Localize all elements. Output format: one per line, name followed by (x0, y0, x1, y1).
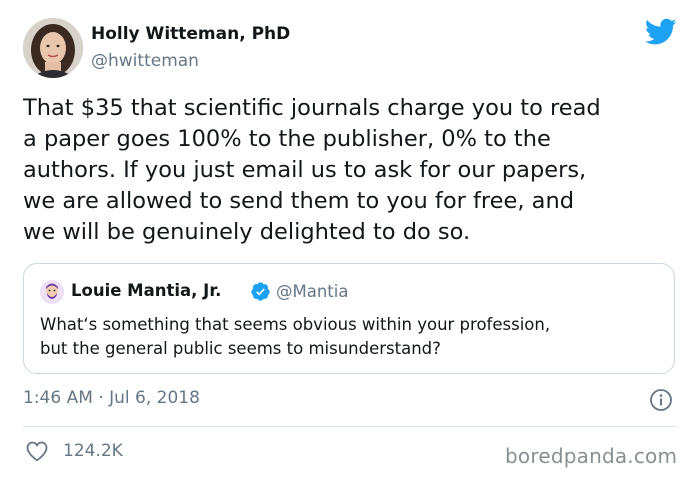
boredpanda-watermark: boredpanda.com (505, 444, 678, 468)
author-name[interactable]: Holly Witteman, PhD (91, 24, 290, 44)
tweet-timestamp[interactable]: 1:46 AM · Jul 6, 2018 (23, 388, 200, 408)
author-avatar[interactable] (23, 18, 83, 78)
info-icon[interactable] (649, 388, 673, 412)
tweet-text: That $35 that scientific journals charge… (23, 95, 601, 245)
quoted-tweet-card[interactable]: Louie Mantia, Jr. @Mantia What‘s somethi… (23, 263, 675, 374)
twitter-bird-icon[interactable] (645, 18, 677, 46)
verified-badge-icon (251, 282, 270, 301)
quoted-author-avatar[interactable] (40, 280, 64, 304)
divider (23, 426, 677, 427)
quoted-author-name[interactable]: Louie Mantia, Jr. (71, 281, 221, 300)
heart-icon[interactable] (25, 440, 49, 462)
quoted-author-avatar-image (40, 280, 64, 304)
author-avatar-image (23, 18, 83, 78)
author-handle[interactable]: @hwitteman (91, 51, 199, 71)
quoted-author-handle[interactable]: @Mantia (276, 282, 348, 301)
like-count[interactable]: 124.2K (63, 441, 123, 461)
quoted-tweet-text: What‘s something that seems obvious with… (40, 315, 551, 358)
